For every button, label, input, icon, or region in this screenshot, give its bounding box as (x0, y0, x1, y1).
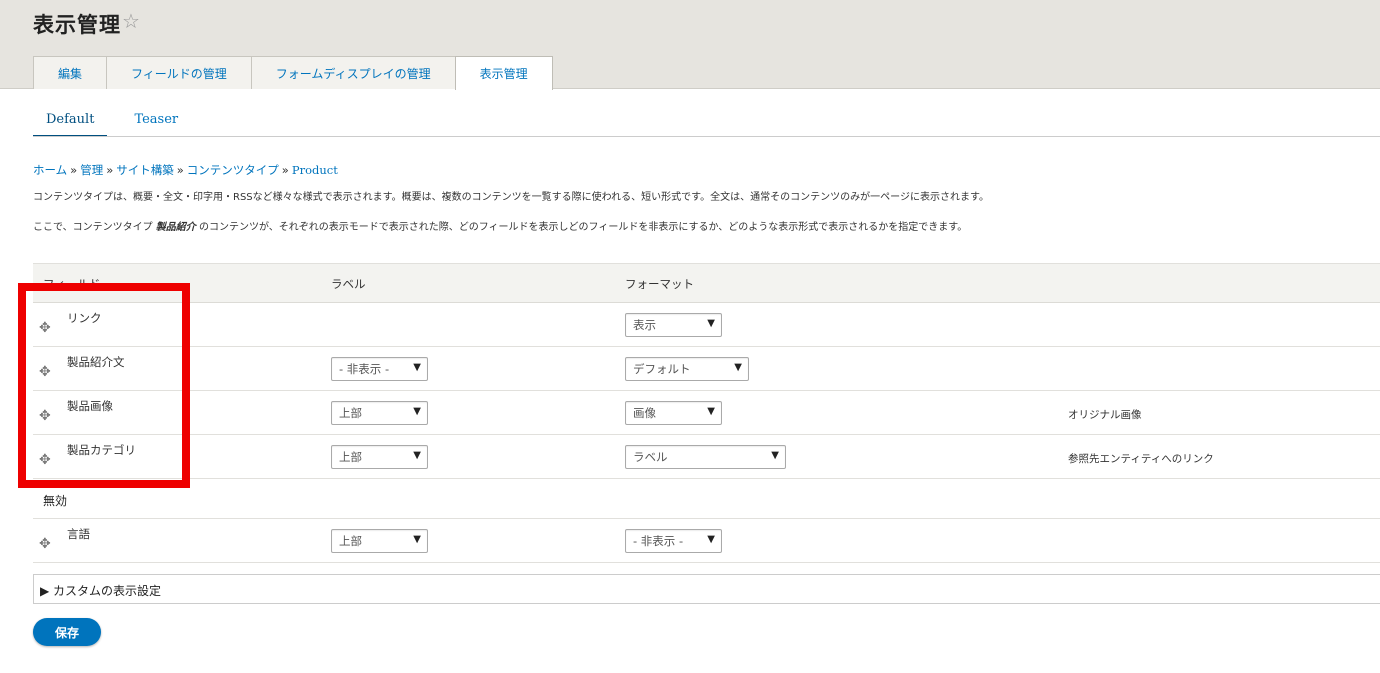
format-summary: オリジナル画像 (1068, 409, 1142, 421)
format-select-value: デフォルト (633, 362, 691, 376)
subtab-default[interactable]: Default (33, 110, 108, 137)
disabled-section-row: 無効 (33, 479, 1380, 519)
chevron-down-icon: ▼ (771, 450, 779, 461)
breadcrumb-content-types[interactable]: コンテンツタイプ (187, 163, 279, 177)
breadcrumb-current[interactable]: Product (292, 163, 338, 177)
label-select-value: - 非表示 - (339, 362, 390, 376)
format-select[interactable]: 表示 ▼ (625, 313, 722, 337)
table-row: ✥ 製品画像 上部 ▼ 画像 ▼ オリジナル画像 (33, 391, 1380, 435)
format-select-value: 表示 (633, 318, 656, 332)
chevron-down-icon: ▼ (413, 450, 421, 461)
chevron-down-icon: ▼ (707, 318, 715, 329)
table-header: フィールド ラベル フォーマット (33, 263, 1380, 303)
breadcrumb-structure[interactable]: サイト構築 (116, 163, 174, 177)
disabled-section-label: 無効 (43, 494, 68, 508)
label-select[interactable]: - 非表示 - ▼ (331, 357, 428, 381)
save-button[interactable]: 保存 (33, 618, 101, 646)
drag-handle-icon[interactable]: ✥ (39, 536, 51, 552)
format-select[interactable]: 画像 ▼ (625, 401, 722, 425)
label-select[interactable]: 上部 ▼ (331, 401, 428, 425)
description-text: のコンテンツが、それぞれの表示モードで表示された際、どのフィールドを表示しどのフ… (195, 222, 968, 233)
format-select[interactable]: デフォルト ▼ (625, 357, 749, 381)
format-select-value: - 非表示 - (633, 534, 684, 548)
tab-manage-display[interactable]: 表示管理 (454, 56, 553, 90)
label-select-value: 上部 (339, 534, 362, 548)
table-row: ✥ リンク 表示 ▼ (33, 303, 1380, 347)
chevron-down-icon: ▼ (413, 362, 421, 373)
red-highlight-box (18, 283, 190, 488)
format-select[interactable]: - 非表示 - ▼ (625, 529, 722, 553)
secondary-tabs: Default Teaser (33, 110, 205, 137)
description-line-1: コンテンツタイプは、概要・全文・印字用・RSSなど様々な様式で表示されます。概要… (33, 192, 989, 203)
tab-manage-form-display[interactable]: フォームディスプレイの管理 (250, 56, 456, 89)
breadcrumb-admin[interactable]: 管理 (80, 163, 103, 177)
custom-display-settings-summary[interactable]: ▶ カスタムの表示設定 (40, 582, 161, 599)
content-type-name: 製品紹介 (155, 222, 196, 233)
chevron-down-icon: ▼ (707, 534, 715, 545)
chevron-down-icon: ▼ (413, 406, 421, 417)
tab-edit[interactable]: 編集 (33, 56, 108, 89)
format-select[interactable]: ラベル ▼ (625, 445, 786, 469)
star-icon[interactable]: ☆ (122, 9, 140, 33)
chevron-down-icon: ▼ (707, 406, 715, 417)
page-title: 表示管理 (33, 13, 121, 37)
breadcrumb-separator: » (70, 163, 78, 177)
label-select-value: 上部 (339, 406, 362, 420)
subtab-divider (33, 136, 1380, 137)
breadcrumb-separator: » (176, 163, 184, 177)
subtab-teaser[interactable]: Teaser (121, 110, 191, 137)
format-select-value: 画像 (633, 406, 656, 420)
table-row: ✥ 製品紹介文 - 非表示 - ▼ デフォルト ▼ (33, 347, 1380, 391)
breadcrumb-separator: » (106, 163, 114, 177)
tab-manage-fields[interactable]: フィールドの管理 (106, 56, 252, 89)
breadcrumb: ホーム» 管理» サイト構築» コンテンツタイプ» Product (33, 162, 338, 178)
label-select[interactable]: 上部 ▼ (331, 529, 428, 553)
primary-tabs: 編集 フィールドの管理 フォームディスプレイの管理 表示管理 (33, 56, 553, 90)
format-select-value: ラベル (633, 450, 668, 464)
description-text: ここで、コンテンツタイプ (33, 222, 156, 233)
format-summary: 参照先エンティティへのリンク (1068, 453, 1214, 465)
description-line-2: ここで、コンテンツタイプ 製品紹介 のコンテンツが、それぞれの表示モードで表示さ… (33, 218, 967, 233)
custom-display-settings[interactable]: ▶ カスタムの表示設定 (33, 574, 1380, 604)
label-select-value: 上部 (339, 450, 362, 464)
chevron-down-icon: ▼ (413, 534, 421, 545)
table-row: ✥ 言語 上部 ▼ - 非表示 - ▼ (33, 519, 1380, 563)
chevron-down-icon: ▼ (734, 362, 742, 373)
breadcrumb-separator: » (281, 163, 289, 177)
breadcrumb-home[interactable]: ホーム (33, 163, 67, 177)
table-row: ✥ 製品カテゴリ 上部 ▼ ラベル ▼ 参照先エンティティへのリンク (33, 435, 1380, 479)
display-fields-table: フィールド ラベル フォーマット ✥ リンク 表示 ▼ ✥ 製品紹介文 - 非表示… (33, 263, 1380, 563)
field-name: 言語 (67, 527, 90, 541)
label-select[interactable]: 上部 ▼ (331, 445, 428, 469)
column-header-format: フォーマット (625, 277, 694, 291)
page-header: 表示管理 ☆ 編集 フィールドの管理 フォームディスプレイの管理 表示管理 (0, 0, 1380, 90)
column-header-label: ラベル (331, 277, 366, 291)
